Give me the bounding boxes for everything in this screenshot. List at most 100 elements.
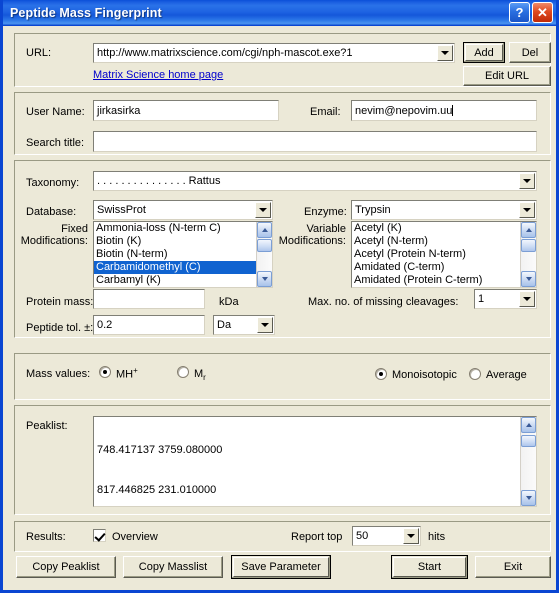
peaklist-line: 817.446825 231.010000 (97, 484, 217, 497)
results-label: Results: (26, 531, 66, 543)
scrollbar-thumb[interactable] (521, 239, 536, 252)
peaklist-line: 748.417137 3759.080000 (97, 444, 223, 457)
list-item[interactable]: Amidated (C-term) (352, 261, 520, 274)
start-button[interactable]: Start (391, 555, 468, 579)
scroll-down-icon[interactable] (257, 271, 272, 287)
chevron-down-icon[interactable] (519, 173, 535, 189)
email-value: nevim@nepovim.uu (355, 104, 453, 117)
report-top-combo[interactable]: 50 (352, 526, 421, 546)
peptide-tol-unit-combo[interactable]: Da (213, 315, 275, 335)
save-parameter-button[interactable]: Save Parameter (231, 555, 331, 579)
peaklist-content: 748.417137 3759.080000 817.446825 231.01… (97, 418, 519, 506)
database-combo[interactable]: SwissProt (93, 200, 273, 220)
hits-label: hits (428, 531, 446, 543)
list-item[interactable]: Carbamyl (K) (94, 274, 256, 287)
exit-button[interactable]: Exit (475, 556, 551, 578)
close-icon[interactable]: ✕ (532, 2, 553, 23)
database-label: Database: (26, 206, 77, 218)
missing-cleavages-combo[interactable]: 1 (474, 289, 537, 309)
copy-masslist-button[interactable]: Copy Masslist (123, 556, 223, 578)
kda-label: kDa (219, 296, 239, 308)
scroll-up-icon[interactable] (521, 417, 536, 433)
scroll-up-icon[interactable] (521, 222, 536, 238)
copy-peaklist-label: Copy Peaklist (32, 561, 100, 573)
peaklist-textarea[interactable]: 748.417137 3759.080000 817.446825 231.01… (93, 416, 537, 507)
chevron-down-icon[interactable] (437, 45, 453, 61)
taxonomy-label: Taxonomy: (26, 177, 80, 189)
chevron-down-icon[interactable] (519, 202, 535, 218)
chevron-down-icon[interactable] (519, 291, 535, 307)
del-button[interactable]: Del (509, 42, 551, 63)
missing-cleavages-value: 1 (478, 293, 485, 305)
help-icon[interactable]: ? (509, 2, 530, 23)
scroll-down-icon[interactable] (521, 271, 536, 287)
url-label: URL: (26, 47, 52, 59)
variable-modifications-listbox[interactable]: Acetyl (K) Acetyl (N-term) Acetyl (Prote… (351, 221, 537, 288)
chevron-down-icon[interactable] (403, 528, 419, 544)
list-item[interactable]: Acetyl (N-term) (352, 235, 520, 248)
overview-label: Overview (112, 531, 158, 543)
peptide-tol-unit-value: Da (217, 319, 232, 331)
scroll-down-icon[interactable] (521, 490, 536, 506)
copy-masslist-label: Copy Masslist (138, 561, 208, 573)
chevron-down-icon[interactable] (255, 202, 271, 218)
peptide-mass-fingerprint-window: Peptide Mass Fingerprint ? ✕ URL: http:/… (0, 0, 559, 593)
list-item[interactable]: Acetyl (K) (352, 222, 520, 235)
report-top-value: 50 (356, 530, 369, 542)
peptide-tol-value: 0.2 (97, 319, 113, 331)
radio-average-label: Average (486, 369, 527, 381)
search-title-input[interactable] (93, 131, 537, 152)
peaklist-scrollbar[interactable] (520, 417, 536, 506)
del-button-label: Del (521, 46, 539, 59)
list-item[interactable]: Acetyl (Protein N-term) (352, 248, 520, 261)
list-item[interactable]: Biotin (K) (94, 235, 256, 248)
protein-mass-label: Protein mass: (26, 296, 94, 308)
protein-mass-input[interactable] (93, 289, 205, 309)
add-button[interactable]: Add (463, 42, 505, 63)
title-bar[interactable]: Peptide Mass Fingerprint ? ✕ (3, 0, 556, 26)
scroll-up-icon[interactable] (257, 222, 272, 238)
edit-url-button[interactable]: Edit URL (463, 66, 551, 86)
variable-mods-scrollbar[interactable] (520, 222, 536, 287)
fixed-mods-label-line2: Modifications: (20, 235, 88, 247)
radio-average[interactable] (469, 368, 481, 380)
taxonomy-combo[interactable]: . . . . . . . . . . . . . . . Rattus (93, 171, 537, 191)
list-item[interactable]: Ammonia-loss (N-term C) (94, 222, 256, 235)
fixed-modifications-items: Ammonia-loss (N-term C) Biotin (K) Bioti… (94, 222, 256, 287)
database-value: SwissProt (97, 204, 146, 216)
user-name-value: jirkasirka (97, 104, 141, 117)
radio-mr[interactable] (177, 366, 189, 378)
enzyme-label: Enzyme: (304, 206, 347, 218)
edit-url-button-label: Edit URL (484, 70, 530, 82)
url-combo[interactable]: http://www.matrixscience.com/cgi/nph-mas… (93, 43, 455, 63)
scrollbar-thumb[interactable] (521, 435, 536, 447)
matrix-science-home-link[interactable]: Matrix Science home page (93, 69, 223, 81)
copy-peaklist-button[interactable]: Copy Peaklist (16, 556, 116, 578)
variable-modifications-items: Acetyl (K) Acetyl (N-term) Acetyl (Prote… (352, 222, 520, 287)
email-input[interactable]: nevim@nepovim.uu (351, 100, 537, 121)
list-item-selected[interactable]: Carbamidomethyl (C) (94, 261, 256, 274)
email-label: Email: (310, 106, 341, 118)
url-combo-value: http://www.matrixscience.com/cgi/nph-mas… (97, 47, 353, 59)
start-label: Start (417, 561, 442, 573)
overview-checkbox[interactable] (93, 529, 106, 542)
variable-mods-label-line2: Modifications: (278, 235, 346, 247)
scrollbar-thumb[interactable] (257, 239, 272, 252)
window-title: Peptide Mass Fingerprint (10, 5, 162, 20)
radio-monoisotopic[interactable] (375, 368, 387, 380)
enzyme-combo[interactable]: Trypsin (351, 200, 537, 220)
fixed-modifications-listbox[interactable]: Ammonia-loss (N-term C) Biotin (K) Bioti… (93, 221, 273, 288)
fixed-mods-scrollbar[interactable] (256, 222, 272, 287)
text-caret (452, 104, 454, 116)
radio-mh[interactable] (99, 366, 111, 378)
save-parameter-label: Save Parameter (241, 561, 321, 573)
user-name-input[interactable]: jirkasirka (93, 100, 279, 121)
peptide-tol-input[interactable]: 0.2 (93, 315, 205, 335)
exit-label: Exit (503, 561, 523, 573)
list-item[interactable]: Amidated (Protein C-term) (352, 274, 520, 287)
chevron-down-icon[interactable] (257, 317, 273, 333)
user-name-label: User Name: (26, 106, 85, 118)
list-item[interactable]: Biotin (N-term) (94, 248, 256, 261)
fixed-mods-label-line1: Fixed (61, 223, 88, 235)
missing-cleavages-label: Max. no. of missing cleavages: (308, 296, 459, 308)
